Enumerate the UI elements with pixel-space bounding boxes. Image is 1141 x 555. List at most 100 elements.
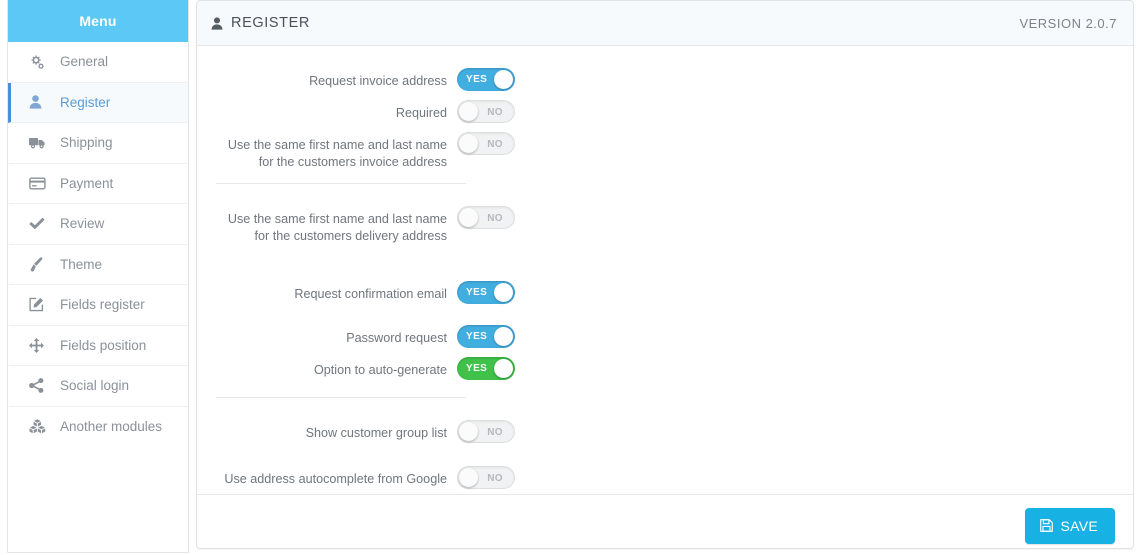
panel-footer: SAVE xyxy=(197,494,1133,548)
row-label: Use the same first name and last name fo… xyxy=(227,212,447,243)
arrows-move-icon xyxy=(29,337,51,353)
toggle-knob xyxy=(494,70,513,89)
sidebar-item-label: Payment xyxy=(60,175,114,191)
row-control: YES xyxy=(457,68,515,96)
row-label: Use address autocomplete from Google xyxy=(224,472,447,486)
credit-card-icon xyxy=(29,177,51,190)
form-group-customer-group: Show customer group list NO xyxy=(197,420,1133,448)
form-group-delivery: Use the same first name and last name fo… xyxy=(197,206,1133,245)
row-control: YES xyxy=(457,357,515,385)
sidebar-header: Menu xyxy=(8,0,188,42)
sidebar-item-social-login[interactable]: Social login xyxy=(8,366,188,407)
toggle-state-label: NO xyxy=(487,427,503,438)
toggle-knob xyxy=(459,134,478,153)
user-icon xyxy=(211,16,223,30)
edit-square-icon xyxy=(29,297,51,312)
page-title-label: REGISTER xyxy=(231,15,310,31)
row-control: NO xyxy=(457,420,515,448)
toggle-knob xyxy=(459,422,478,441)
toggle-request-confirmation-email[interactable]: YES xyxy=(457,281,515,304)
toggle-option-auto-generate[interactable]: YES xyxy=(457,357,515,380)
cubes-icon xyxy=(29,419,51,434)
toggle-knob xyxy=(459,102,478,121)
toggle-knob xyxy=(459,208,478,227)
toggle-state-label: NO xyxy=(487,107,503,118)
sidebar-header-label: Menu xyxy=(79,13,117,29)
toggle-same-name-delivery[interactable]: NO xyxy=(457,206,515,229)
app-root: Menu General Register Shipping Payment R… xyxy=(0,0,1141,555)
row-password-request: Password request YES xyxy=(197,325,1133,353)
toggle-state-label: YES xyxy=(466,287,488,298)
version-label: VERSION 2.0.7 xyxy=(1019,15,1117,31)
toggle-show-customer-group-list[interactable]: NO xyxy=(457,420,515,443)
sidebar-item-label: Review xyxy=(60,216,105,231)
sidebar-item-review[interactable]: Review xyxy=(8,204,188,245)
sidebar-item-label: Social login xyxy=(60,378,130,393)
toggle-state-label: NO xyxy=(487,139,503,150)
form-group-google-autocomplete: Use address autocomplete from Google NO xyxy=(197,466,1133,494)
page-title: REGISTER xyxy=(211,15,310,31)
truck-icon xyxy=(29,136,51,149)
sidebar-item-theme[interactable]: Theme xyxy=(8,244,188,285)
sidebar-item-general[interactable]: General xyxy=(8,42,188,83)
user-icon xyxy=(29,95,51,109)
check-icon xyxy=(29,217,51,230)
row-label: Request invoice address xyxy=(309,74,447,88)
row-control: NO xyxy=(457,100,515,128)
toggle-state-label: NO xyxy=(487,213,503,224)
row-control: YES xyxy=(457,281,515,309)
save-button[interactable]: SAVE xyxy=(1025,507,1115,544)
row-label: Required xyxy=(395,106,447,120)
row-request-confirmation-email: Request confirmation email YES xyxy=(197,281,1133,309)
sidebar-item-label: Fields position xyxy=(60,337,147,353)
row-option-auto-generate: Option to auto-generate YES xyxy=(197,357,1133,385)
register-panel: REGISTER VERSION 2.0.7 Request invoice a… xyxy=(196,0,1134,549)
toggle-knob xyxy=(494,359,513,378)
row-label: Request confirmation email xyxy=(294,287,447,301)
toggle-password-request[interactable]: YES xyxy=(457,325,515,348)
row-address-autocomplete: Use address autocomplete from Google NO xyxy=(197,466,1133,494)
form-group-invoice: Request invoice address YES Required NO … xyxy=(197,68,1133,171)
sidebar-item-label: Shipping xyxy=(60,135,113,150)
row-control: NO xyxy=(457,466,515,494)
row-label: Password request xyxy=(346,331,447,345)
row-control: NO xyxy=(457,132,515,160)
paintbrush-icon xyxy=(29,257,51,272)
sidebar-item-fields-register[interactable]: Fields register xyxy=(8,285,188,326)
row-control: NO xyxy=(457,206,515,234)
sidebar-item-label: General xyxy=(60,54,109,69)
sidebar-item-shipping[interactable]: Shipping xyxy=(8,123,188,164)
row-control: YES xyxy=(457,325,515,353)
toggle-state-label: YES xyxy=(466,74,488,85)
row-required: Required NO xyxy=(197,100,1133,128)
sidebar-item-label: Another modules xyxy=(60,419,163,434)
row-same-name-delivery: Use the same first name and last name fo… xyxy=(197,206,1133,245)
sidebar-item-payment[interactable]: Payment xyxy=(8,163,188,204)
main-panel-wrapper: REGISTER VERSION 2.0.7 Request invoice a… xyxy=(196,0,1134,555)
toggle-knob xyxy=(494,283,513,302)
row-label: Show customer group list xyxy=(305,426,447,440)
toggle-request-invoice-address[interactable]: YES xyxy=(457,68,515,91)
sidebar-item-another-modules[interactable]: Another modules xyxy=(8,406,188,447)
row-label: Use the same first name and last name fo… xyxy=(227,138,447,169)
toggle-same-name-invoice[interactable]: NO xyxy=(457,132,515,155)
gears-icon xyxy=(29,55,51,69)
toggle-state-label: YES xyxy=(466,363,488,374)
row-show-customer-group-list: Show customer group list NO xyxy=(197,420,1133,448)
panel-body: Request invoice address YES Required NO … xyxy=(197,46,1133,494)
toggle-state-label: NO xyxy=(487,473,503,484)
toggle-knob xyxy=(494,327,513,346)
sidebar-item-register[interactable]: Register xyxy=(8,82,188,123)
share-icon xyxy=(29,378,51,394)
row-same-name-invoice: Use the same first name and last name fo… xyxy=(197,132,1133,171)
floppy-disk-icon xyxy=(1040,519,1054,532)
toggle-required[interactable]: NO xyxy=(457,100,515,123)
toggle-address-autocomplete[interactable]: NO xyxy=(457,466,515,489)
row-request-invoice-address: Request invoice address YES xyxy=(197,68,1133,96)
sidebar-item-label: Register xyxy=(60,94,111,110)
row-label: Option to auto-generate xyxy=(313,363,447,377)
sidebar-item-label: Fields register xyxy=(60,297,145,312)
toggle-state-label: YES xyxy=(466,331,488,342)
sidebar-item-fields-position[interactable]: Fields position xyxy=(8,325,188,366)
form-group-confirmation: Request confirmation email YES xyxy=(197,281,1133,309)
